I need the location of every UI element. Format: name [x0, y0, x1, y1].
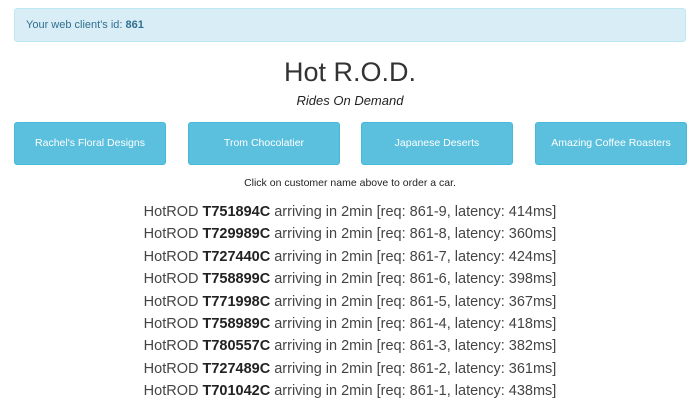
- ride-status: arriving in 2min: [274, 248, 373, 265]
- customer-button-trom-chocolatier[interactable]: Trom Chocolatier: [188, 122, 340, 165]
- ride-details: [req: 861-9, latency: 414ms]: [376, 204, 557, 220]
- page-subtitle: Rides On Demand: [296, 93, 404, 108]
- ride-prefix: HotROD: [143, 226, 199, 243]
- customer-button-japanese-deserts[interactable]: Japanese Deserts: [361, 122, 513, 165]
- ride-prefix: HotROD: [143, 315, 199, 332]
- ride-prefix: HotROD: [143, 204, 199, 220]
- ride-details: [req: 861-6, latency: 398ms]: [376, 271, 557, 288]
- client-id-label: Your web client's id:: [26, 19, 123, 31]
- ride-item: HotROD T727489C arriving in 2min [req: 8…: [0, 358, 700, 380]
- ride-status: arriving in 2min: [274, 293, 373, 310]
- ride-item: HotROD T780557C arriving in 2min [req: 8…: [0, 335, 700, 357]
- ride-car-id: T727440C: [202, 248, 271, 265]
- ride-status: arriving in 2min: [274, 338, 373, 355]
- ride-item: HotROD T701042C arriving in 2min [req: 8…: [0, 380, 700, 402]
- ride-car-id: T727489C: [202, 360, 271, 377]
- page-title: Hot R.O.D.: [283, 57, 417, 87]
- client-id-value: 861: [125, 19, 144, 31]
- ride-details: [req: 861-7, latency: 424ms]: [376, 248, 557, 265]
- ride-status: arriving in 2min: [274, 271, 373, 288]
- ride-car-id: T729989C: [202, 226, 271, 243]
- ride-prefix: HotROD: [143, 293, 199, 310]
- client-id-alert: Your web client's id: 861: [14, 8, 686, 42]
- ride-prefix: HotROD: [143, 271, 199, 288]
- ride-status: arriving in 2min: [274, 383, 373, 400]
- ride-status: arriving in 2min: [274, 226, 373, 243]
- ride-details: [req: 861-5, latency: 367ms]: [376, 293, 557, 310]
- ride-details: [req: 861-2, latency: 361ms]: [376, 360, 557, 377]
- ride-car-id: T758989C: [202, 315, 271, 332]
- ride-item: HotROD T751894C arriving in 2min [req: 8…: [0, 201, 700, 223]
- ride-details: [req: 861-3, latency: 382ms]: [376, 338, 557, 355]
- ride-details: [req: 861-8, latency: 360ms]: [376, 226, 557, 243]
- ride-prefix: HotROD: [143, 360, 199, 377]
- ride-details: [req: 861-1, latency: 438ms]: [376, 383, 557, 400]
- ride-car-id: T701042C: [202, 383, 271, 400]
- customer-button-rachels-floral-designs[interactable]: Rachel's Floral Designs: [14, 122, 166, 165]
- ride-status: arriving in 2min: [274, 360, 373, 377]
- ride-prefix: HotROD: [143, 248, 199, 265]
- order-hint: Click on customer name above to order a …: [244, 177, 456, 189]
- ride-car-id: T758899C: [202, 271, 271, 288]
- ride-prefix: HotROD: [143, 338, 199, 355]
- hotrod-page: Your web client's id: 861 Hot R.O.D. Rid…: [0, 0, 700, 402]
- ride-prefix: HotROD: [143, 383, 199, 400]
- customer-button-amazing-coffee-roasters[interactable]: Amazing Coffee Roasters: [535, 122, 687, 165]
- ride-item: HotROD T758989C arriving in 2min [req: 8…: [0, 313, 700, 335]
- ride-status: arriving in 2min: [274, 315, 373, 332]
- ride-item: HotROD T727440C arriving in 2min [req: 8…: [0, 246, 700, 268]
- ride-car-id: T771998C: [202, 293, 271, 310]
- ride-item: HotROD T758899C arriving in 2min [req: 8…: [0, 268, 700, 290]
- ride-status: arriving in 2min: [274, 204, 373, 220]
- ride-list: HotROD T751894C arriving in 2min [req: 8…: [0, 201, 700, 402]
- ride-car-id: T780557C: [202, 338, 271, 355]
- ride-car-id: T751894C: [202, 204, 271, 220]
- ride-details: [req: 861-4, latency: 418ms]: [376, 315, 557, 332]
- ride-item: HotROD T729989C arriving in 2min [req: 8…: [0, 223, 700, 245]
- ride-item: HotROD T771998C arriving in 2min [req: 8…: [0, 291, 700, 313]
